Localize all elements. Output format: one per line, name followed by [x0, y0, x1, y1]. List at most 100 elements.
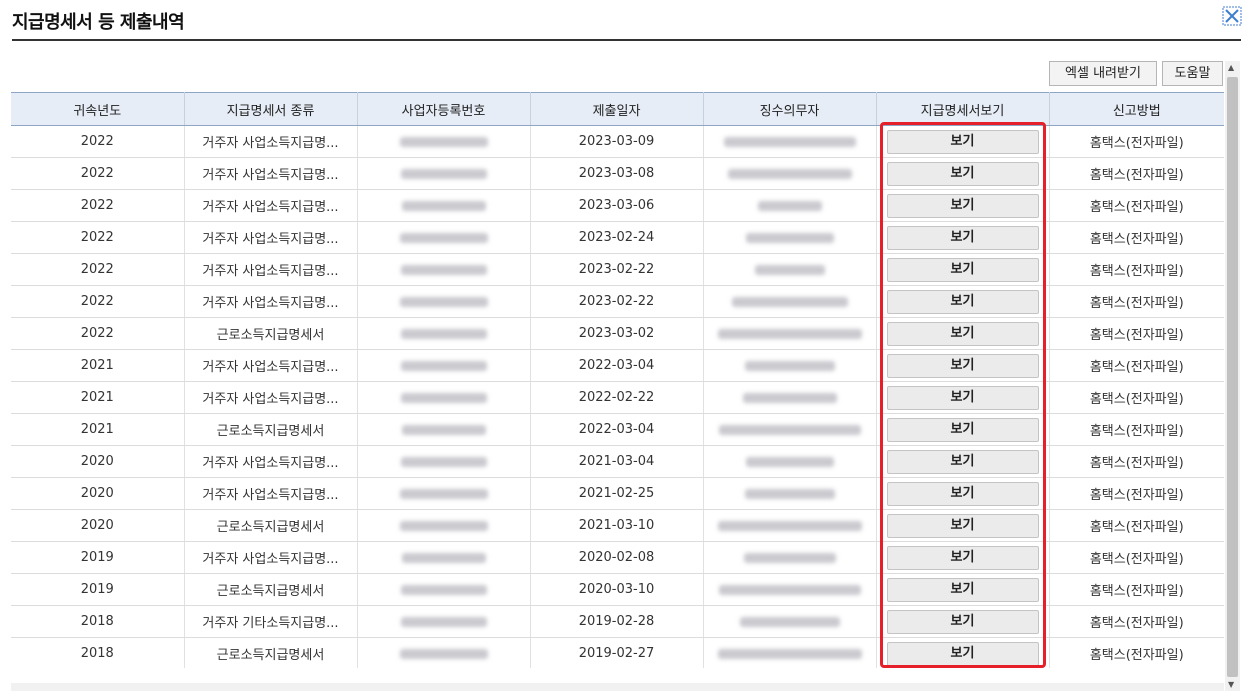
close-x-icon [1222, 6, 1242, 26]
view-statement-button[interactable]: 보기 [886, 321, 1039, 346]
header-withholding-agent[interactable]: 징수의무자 [703, 92, 877, 126]
year-cell: 2019 [11, 541, 185, 574]
redacted-value [400, 328, 487, 339]
view-cell: 보기 [876, 541, 1050, 574]
view-statement-button[interactable]: 보기 [886, 385, 1039, 410]
table-row[interactable]: 2022 거주자 사업소득지급명... 2023-02-22 보기 홈택스(전자파일) [11, 253, 1224, 286]
withholding-agent-cell [703, 349, 877, 382]
type-cell: 거주자 사업소득지급명... [184, 541, 358, 574]
table-row[interactable]: 2022 거주자 사업소득지급명... 2023-03-09 보기 홈택스(전자파일) [11, 125, 1224, 158]
table-row[interactable]: 2020 근로소득지급명세서 2021-03-10 보기 홈택스(전자파일) [11, 509, 1224, 542]
header-filing-method[interactable]: 신고방법 [1049, 92, 1224, 126]
withholding-agent-cell [703, 541, 877, 574]
table-row[interactable]: 2022 거주자 사업소득지급명... 2023-03-06 보기 홈택스(전자파일) [11, 189, 1224, 222]
redacted-value [399, 136, 488, 147]
table-row[interactable]: 2022 근로소득지급명세서 2023-03-02 보기 홈택스(전자파일) [11, 317, 1224, 350]
help-button[interactable]: 도움말 [1162, 61, 1223, 86]
scroll-down-arrow-icon[interactable]: ▼ [1228, 680, 1234, 689]
redacted-value [739, 616, 840, 627]
redacted-value [399, 520, 488, 531]
view-cell: 보기 [876, 445, 1050, 478]
filing-method-cell: 홈택스(전자파일) [1049, 189, 1224, 222]
redacted-value [717, 520, 862, 531]
header-year[interactable]: 귀속년도 [11, 92, 185, 126]
withholding-agent-cell [703, 221, 877, 254]
submit-date-cell: 2023-03-06 [530, 189, 704, 222]
header-business-number[interactable]: 사업자등록번호 [357, 92, 531, 126]
view-statement-button[interactable]: 보기 [886, 289, 1039, 314]
view-statement-button[interactable]: 보기 [886, 129, 1039, 154]
view-cell: 보기 [876, 125, 1050, 158]
submit-date-cell: 2023-02-22 [530, 285, 704, 318]
year-cell: 2022 [11, 125, 185, 158]
filing-method-cell: 홈택스(전자파일) [1049, 637, 1224, 668]
view-cell: 보기 [876, 349, 1050, 382]
redacted-value [723, 136, 856, 147]
scroll-up-arrow-icon[interactable]: ▲ [1228, 63, 1234, 72]
table-row[interactable]: 2022 거주자 사업소득지급명... 2023-02-24 보기 홈택스(전자파일) [11, 221, 1224, 254]
redacted-value [400, 168, 487, 179]
view-statement-button[interactable]: 보기 [886, 193, 1039, 218]
redacted-value [400, 456, 487, 467]
close-button[interactable] [1222, 6, 1242, 26]
view-cell: 보기 [876, 477, 1050, 510]
header-view[interactable]: 지급명세서보기 [876, 92, 1050, 126]
view-statement-button[interactable]: 보기 [886, 161, 1039, 186]
view-statement-button[interactable]: 보기 [886, 353, 1039, 378]
table-row[interactable]: 2022 거주자 사업소득지급명... 2023-03-08 보기 홈택스(전자파일) [11, 157, 1224, 190]
view-statement-button[interactable]: 보기 [886, 449, 1039, 474]
redacted-value [717, 648, 862, 659]
view-cell: 보기 [876, 253, 1050, 286]
type-cell: 거주자 사업소득지급명... [184, 157, 358, 190]
redacted-value [727, 168, 852, 179]
horizontal-scrollbar[interactable] [11, 683, 1224, 691]
view-statement-button[interactable]: 보기 [886, 545, 1039, 570]
redacted-value [400, 264, 487, 275]
header-submit-date[interactable]: 제출일자 [530, 92, 704, 126]
view-statement-button[interactable]: 보기 [886, 513, 1039, 538]
year-cell: 2019 [11, 573, 185, 606]
header-type[interactable]: 지급명세서 종류 [184, 92, 358, 126]
withholding-agent-cell [703, 445, 877, 478]
table-row[interactable]: 2021 거주자 사업소득지급명... 2022-03-04 보기 홈택스(전자파일) [11, 349, 1224, 382]
withholding-agent-cell [703, 509, 877, 542]
business-number-cell [357, 637, 531, 668]
year-cell: 2018 [11, 637, 185, 668]
type-cell: 거주자 사업소득지급명... [184, 285, 358, 318]
year-cell: 2020 [11, 477, 185, 510]
view-statement-button[interactable]: 보기 [886, 609, 1039, 634]
view-statement-button[interactable]: 보기 [886, 481, 1039, 506]
scroll-thumb[interactable] [1227, 77, 1238, 677]
submit-date-cell: 2019-02-28 [530, 605, 704, 638]
table-row[interactable]: 2020 거주자 사업소득지급명... 2021-03-04 보기 홈택스(전자파일) [11, 445, 1224, 478]
redacted-value [718, 424, 861, 435]
table-row[interactable]: 2022 거주자 사업소득지급명... 2023-02-22 보기 홈택스(전자파일) [11, 285, 1224, 318]
withholding-agent-cell [703, 413, 877, 446]
table-row[interactable]: 2018 근로소득지급명세서 2019-02-27 보기 홈택스(전자파일) [11, 637, 1224, 668]
view-statement-button[interactable]: 보기 [886, 641, 1039, 666]
view-cell: 보기 [876, 285, 1050, 318]
submit-date-cell: 2023-03-09 [530, 125, 704, 158]
withholding-agent-cell [703, 189, 877, 222]
view-statement-button[interactable]: 보기 [886, 257, 1039, 282]
business-number-cell [357, 605, 531, 638]
table-row[interactable]: 2018 거주자 기타소득지급명... 2019-02-28 보기 홈택스(전자파일) [11, 605, 1224, 638]
table-row[interactable]: 2021 근로소득지급명세서 2022-03-04 보기 홈택스(전자파일) [11, 413, 1224, 446]
submit-date-cell: 2020-02-08 [530, 541, 704, 574]
table-row[interactable]: 2021 거주자 사업소득지급명... 2022-02-22 보기 홈택스(전자파일) [11, 381, 1224, 414]
table-row[interactable]: 2019 거주자 사업소득지급명... 2020-02-08 보기 홈택스(전자파일) [11, 541, 1224, 574]
vertical-scrollbar[interactable]: ▲ ▼ [1225, 61, 1240, 691]
business-number-cell [357, 445, 531, 478]
withholding-agent-cell [703, 477, 877, 510]
excel-download-button[interactable]: 엑셀 내려받기 [1049, 61, 1157, 86]
view-statement-button[interactable]: 보기 [886, 577, 1039, 602]
view-statement-button[interactable]: 보기 [886, 225, 1039, 250]
withholding-agent-cell [703, 381, 877, 414]
table-row[interactable]: 2020 거주자 사업소득지급명... 2021-02-25 보기 홈택스(전자파일) [11, 477, 1224, 510]
redacted-value [401, 424, 486, 435]
table-row[interactable]: 2019 근로소득지급명세서 2020-03-10 보기 홈택스(전자파일) [11, 573, 1224, 606]
view-statement-button[interactable]: 보기 [886, 417, 1039, 442]
filing-method-cell: 홈택스(전자파일) [1049, 285, 1224, 318]
type-cell: 거주자 사업소득지급명... [184, 349, 358, 382]
withholding-agent-cell [703, 125, 877, 158]
